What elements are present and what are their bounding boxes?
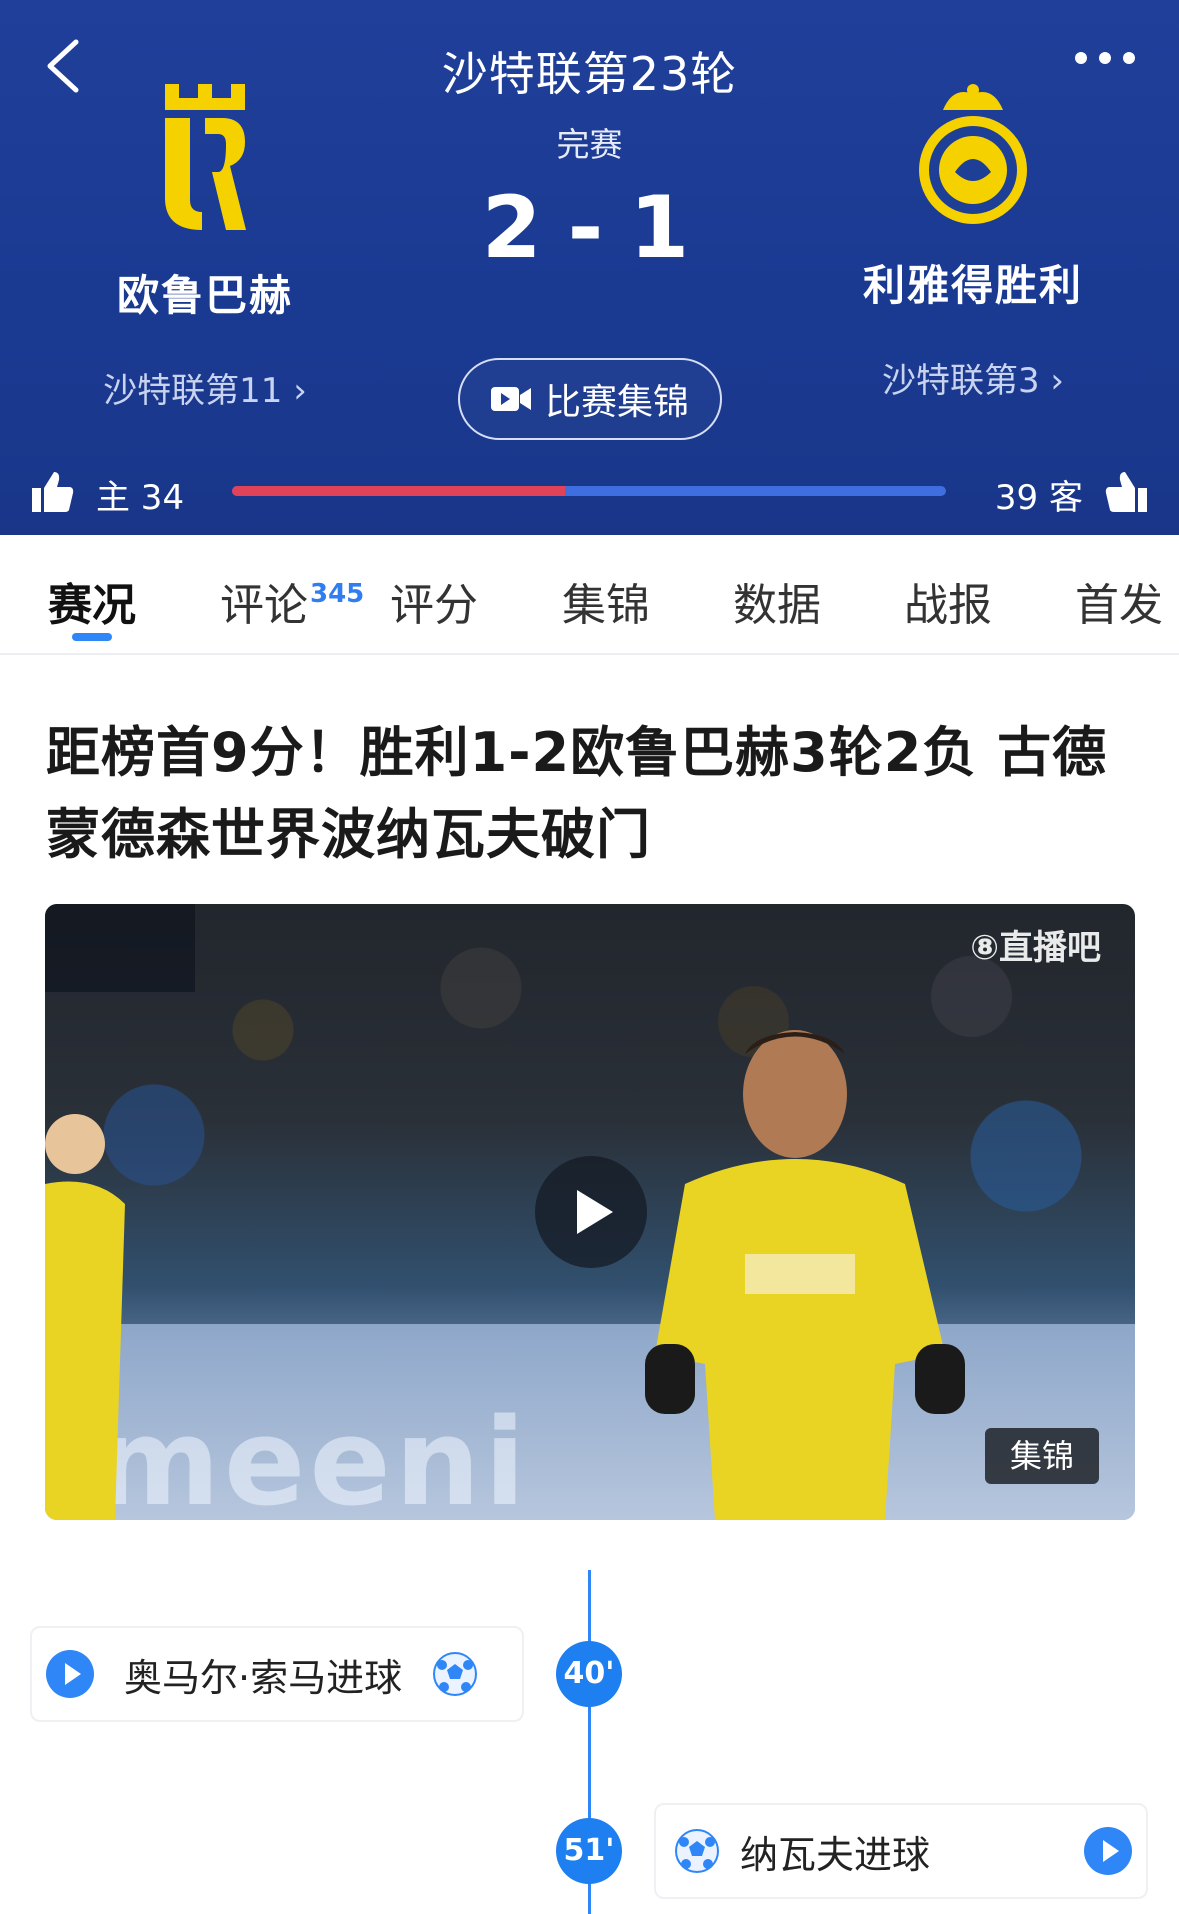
chevron-right-icon: › — [1050, 361, 1065, 401]
active-tab-indicator — [72, 633, 112, 641]
video-camera-icon — [490, 387, 531, 411]
event-minute-badge: 40' — [556, 1641, 622, 1707]
tab-lineup[interactable]: 首发 — [1075, 569, 1163, 633]
highlights-label: 比赛集锦 — [544, 382, 689, 423]
score-separator: - — [567, 178, 612, 278]
away-team-logo — [919, 84, 1027, 224]
tab-match-status[interactable]: 赛况 — [48, 569, 136, 633]
home-team-name: 欧鲁巴赫 — [116, 271, 293, 320]
thumbs-up-home-icon[interactable] — [30, 470, 74, 514]
event-text: 纳瓦夫进球 — [740, 1832, 931, 1877]
home-vote-fill — [232, 486, 565, 496]
away-votes: 39 客 — [994, 478, 1083, 518]
tab-comments[interactable]: 评论345 — [220, 569, 364, 633]
broadcast-scoreboard — [45, 904, 195, 992]
broadcaster-watermark: ⑧直播吧 — [970, 928, 1101, 968]
soccer-ball-icon — [675, 1829, 719, 1873]
play-circle-icon[interactable] — [1084, 1827, 1132, 1875]
timeline-event-home[interactable]: 奥马尔·索马进球 — [30, 1626, 524, 1722]
play-icon[interactable] — [535, 1156, 647, 1268]
event-text: 奥马尔·索马进球 — [124, 1655, 403, 1700]
home-team[interactable]: 欧鲁巴赫 沙特联第11 › — [40, 80, 370, 412]
soccer-ball-icon — [433, 1652, 478, 1696]
video-tag: 集锦 — [985, 1428, 1099, 1484]
video-player-figure-left — [45, 1114, 125, 1520]
home-votes: 主 34 — [96, 478, 185, 518]
vote-ratio-bar — [232, 486, 946, 496]
match-highlights-button[interactable]: 比赛集锦 — [458, 358, 722, 440]
away-team-rank[interactable]: 沙特联第3 › — [808, 353, 1138, 402]
tab-bar: 赛况 评论345 评分 集锦 数据 战报 首发 — [0, 535, 1179, 655]
highlight-video[interactable]: meeni ⑧直播吧 集锦 — [45, 904, 1135, 1520]
away-score: 1 — [629, 178, 698, 278]
video-player-figure — [645, 1030, 965, 1520]
tab-report[interactable]: 战报 — [904, 569, 992, 633]
banner-text: meeni — [95, 1394, 530, 1520]
home-team-logo — [165, 84, 246, 230]
comment-count-badge: 345 — [310, 579, 365, 609]
play-circle-icon[interactable] — [46, 1650, 94, 1698]
timeline-event-away[interactable]: 纳瓦夫进球 — [654, 1803, 1148, 1899]
home-team-rank[interactable]: 沙特联第11 › — [40, 363, 370, 412]
tab-stats[interactable]: 数据 — [733, 569, 821, 633]
thumbs-up-away-icon[interactable] — [1105, 470, 1149, 514]
event-minute-badge: 51' — [556, 1818, 622, 1884]
article-headline[interactable]: 距榜首9分！胜利1-2欧鲁巴赫3轮2负 古德蒙德森世界波纳瓦夫破门 — [46, 712, 1136, 876]
chevron-right-icon: › — [293, 371, 307, 411]
away-team[interactable]: 利雅得胜利 沙特联第3 › — [808, 80, 1138, 402]
match-header: 沙特联第23轮 完赛 2-1 欧鲁巴赫 沙特联第11 › 利雅得胜利 沙特联第3… — [0, 0, 1179, 535]
tab-ratings[interactable]: 评分 — [390, 569, 478, 633]
tab-highlights[interactable]: 集锦 — [562, 569, 650, 633]
support-vote: 主 34 39 客 — [0, 466, 1179, 522]
away-team-name: 利雅得胜利 — [862, 261, 1083, 310]
home-score: 2 — [481, 178, 550, 278]
